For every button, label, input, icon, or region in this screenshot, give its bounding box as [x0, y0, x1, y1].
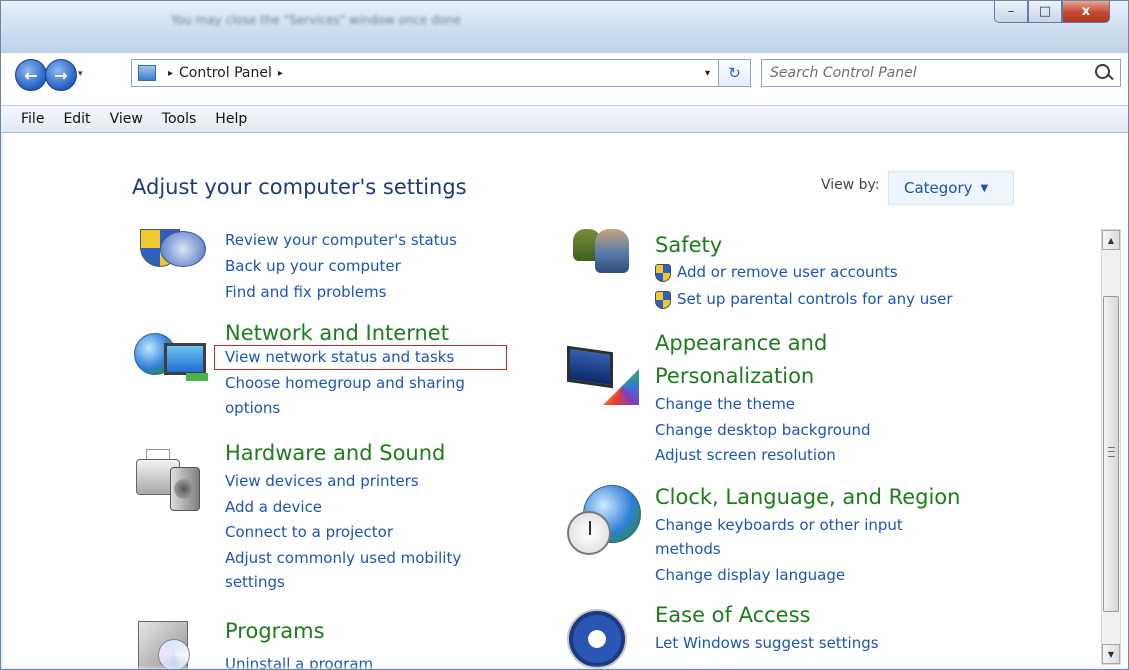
link-change-keyboards-cont[interactable]: methods	[655, 540, 721, 558]
category-clock-language-region[interactable]: Clock, Language, and Region	[655, 485, 960, 509]
bottom-edge	[3, 665, 1128, 669]
system-security-icon[interactable]	[134, 229, 210, 291]
uac-shield-icon	[655, 291, 671, 309]
window-title: You may close the "Services" window once…	[171, 13, 462, 27]
address-dropdown-icon[interactable]: ▾	[705, 68, 710, 79]
address-bar[interactable]: ▸ Control Panel ▸ ▾	[131, 59, 719, 87]
uac-shield-icon	[655, 264, 671, 282]
link-add-device[interactable]: Add a device	[225, 498, 322, 516]
cable-shape	[186, 373, 208, 381]
scroll-down-button[interactable]: ▼	[1102, 644, 1120, 664]
menu-edit[interactable]: Edit	[63, 111, 90, 127]
category-hardware-sound[interactable]: Hardware and Sound	[225, 441, 445, 465]
monitor-shape	[164, 343, 206, 375]
link-connect-projector[interactable]: Connect to a projector	[225, 523, 393, 541]
search-icon[interactable]	[1095, 64, 1110, 79]
link-find-fix-problems[interactable]: Find and fix problems	[225, 283, 386, 301]
category-safety[interactable]: Safety	[655, 233, 722, 257]
user-accounts-icon[interactable]	[569, 229, 643, 275]
menu-help[interactable]: Help	[215, 111, 247, 127]
search-input[interactable]	[762, 64, 1092, 82]
link-display-language[interactable]: Change display language	[655, 566, 845, 584]
scroll-up-button[interactable]: ▲	[1102, 230, 1120, 250]
category-appearance[interactable]: Appearance and	[655, 331, 827, 355]
category-appearance-line2[interactable]: Personalization	[655, 364, 814, 388]
link-review-status[interactable]: Review your computer's status	[225, 231, 457, 249]
hardware-sound-icon[interactable]	[136, 449, 212, 511]
grip-icon	[1108, 447, 1115, 457]
programs-icon[interactable]	[138, 613, 198, 669]
link-mobility-settings[interactable]: Adjust commonly used mobility	[225, 549, 461, 567]
view-by-dropdown[interactable]: Category ▼	[888, 171, 1014, 205]
link-homegroup-sharing-cont[interactable]: options	[225, 399, 280, 417]
clock-face-shape	[567, 511, 611, 555]
page-title: Adjust your computer's settings	[132, 175, 467, 199]
vertical-scrollbar[interactable]: ▲ ▼	[1101, 229, 1121, 665]
search-box[interactable]	[761, 59, 1121, 87]
content-area: Adjust your computer's settings View by:…	[1, 133, 1128, 669]
link-add-remove-users[interactable]: Add or remove user accounts	[677, 263, 898, 281]
back-button[interactable]: ←	[15, 59, 47, 91]
link-screen-resolution[interactable]: Adjust screen resolution	[655, 446, 836, 464]
control-panel-window: You may close the "Services" window once…	[0, 0, 1129, 670]
category-ease-of-access[interactable]: Ease of Access	[655, 603, 810, 627]
link-mobility-settings-cont[interactable]: settings	[225, 573, 285, 591]
view-by-label: View by:	[821, 177, 880, 193]
refresh-button[interactable]: ↻	[719, 59, 751, 87]
clock-language-region-icon[interactable]	[567, 485, 643, 557]
link-homegroup-sharing[interactable]: Choose homegroup and sharing	[225, 374, 465, 392]
ease-of-access-icon[interactable]	[567, 609, 633, 669]
speaker-cone-shape	[174, 479, 194, 499]
breadcrumb-root-arrow[interactable]: ▸	[168, 68, 173, 79]
breadcrumb-control-panel[interactable]: Control Panel	[179, 65, 272, 81]
chevron-down-icon[interactable]: ▼	[981, 183, 989, 194]
close-button[interactable]: x	[1062, 1, 1110, 23]
breadcrumb-chevron[interactable]: ▸	[278, 68, 283, 79]
network-internet-icon[interactable]	[134, 329, 214, 391]
category-network-internet[interactable]: Network and Internet	[225, 321, 449, 345]
link-back-up[interactable]: Back up your computer	[225, 257, 401, 275]
link-windows-suggest[interactable]: Let Windows suggest settings	[655, 634, 879, 652]
menu-bar: File Edit View Tools Help	[1, 105, 1128, 133]
category-programs[interactable]: Programs	[225, 619, 325, 643]
minimize-button[interactable]: –	[994, 1, 1028, 23]
menu-view[interactable]: View	[110, 111, 143, 127]
menu-tools[interactable]: Tools	[162, 111, 197, 127]
navigation-bar: ← → ▾ ▸ Control Panel ▸ ▾ ↻	[1, 53, 1128, 95]
scrollbar-thumb[interactable]	[1103, 296, 1119, 612]
gauge-shape	[160, 231, 206, 267]
link-view-devices-printers[interactable]: View devices and printers	[225, 472, 419, 490]
link-change-keyboards[interactable]: Change keyboards or other input	[655, 516, 903, 534]
monitor-shape	[567, 345, 613, 389]
window-controls: – □ x	[994, 1, 1110, 23]
maximize-button[interactable]: □	[1028, 1, 1062, 23]
ease-ring-shape	[567, 609, 627, 669]
menu-file[interactable]: File	[21, 111, 44, 127]
link-change-theme[interactable]: Change the theme	[655, 395, 795, 413]
forward-button[interactable]: →	[45, 59, 77, 91]
appearance-icon[interactable]	[567, 345, 641, 409]
link-parental-controls[interactable]: Set up parental controls for any user	[677, 290, 953, 308]
title-bar[interactable]: You may close the "Services" window once…	[1, 1, 1128, 53]
user-figure-shape	[595, 229, 629, 273]
highlight-annotation	[214, 345, 507, 370]
recent-pages-dropdown[interactable]: ▾	[78, 69, 83, 79]
control-panel-icon	[138, 65, 156, 81]
view-by-value[interactable]: Category	[904, 179, 973, 197]
link-desktop-background[interactable]: Change desktop background	[655, 421, 871, 439]
